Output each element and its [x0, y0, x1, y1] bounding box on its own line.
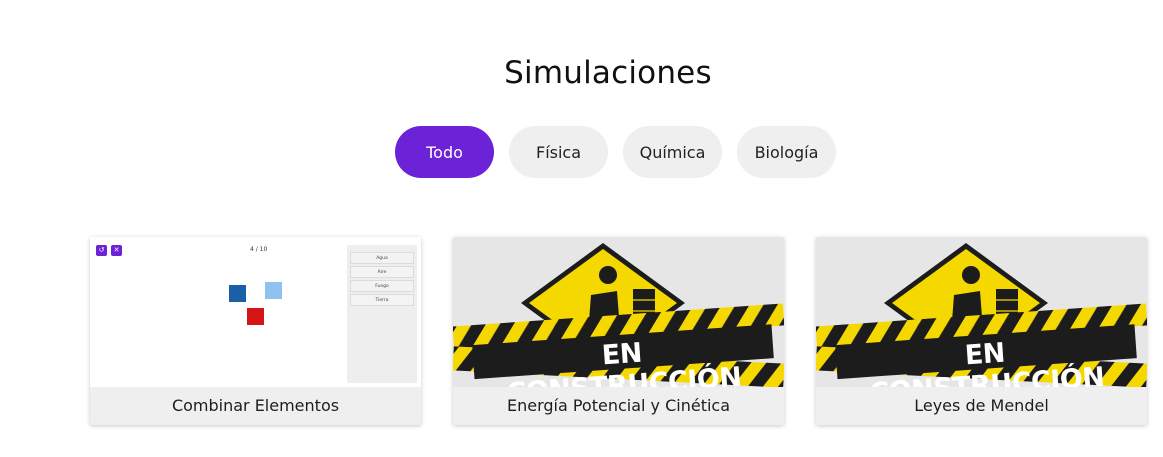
elements-panel: Agua Aire Fuego Tierra	[347, 245, 417, 383]
filter-todo[interactable]: Todo	[395, 126, 494, 178]
element-item: Aire	[350, 266, 414, 278]
card-title: Leyes de Mendel	[914, 396, 1049, 415]
simulation-card-combinar-elementos[interactable]: ↺ ✕ 4 / 10 Agua Aire Fuego Tierra Combin…	[90, 237, 421, 425]
filter-fisica[interactable]: Física	[509, 126, 608, 178]
card-title: Combinar Elementos	[171, 396, 340, 415]
simulation-preview-image: ↺ ✕ 4 / 10 Agua Aire Fuego Tierra	[90, 237, 421, 387]
under-construction-image: EN CONSTRUCCIÓN	[816, 237, 1147, 387]
page-title: Simulaciones	[504, 54, 712, 91]
element-item: Fuego	[350, 280, 414, 292]
trash-icon: ✕	[111, 245, 122, 256]
element-item: Tierra	[350, 294, 414, 306]
simulation-card-leyes-de-mendel[interactable]: EN CONSTRUCCIÓN Leyes de Mendel	[816, 237, 1147, 425]
element-block	[265, 282, 282, 299]
filter-quimica[interactable]: Química	[623, 126, 722, 178]
simulation-card-energia[interactable]: EN CONSTRUCCIÓN Energía Potencial y Ciné…	[453, 237, 784, 425]
element-item: Agua	[350, 252, 414, 264]
card-title: Energía Potencial y Cinética	[506, 396, 731, 415]
under-construction-image: EN CONSTRUCCIÓN	[453, 237, 784, 387]
element-block	[247, 308, 264, 325]
element-block	[229, 285, 246, 302]
filter-biologia[interactable]: Biología	[737, 126, 836, 178]
progress-counter: 4 / 10	[250, 246, 268, 253]
reset-icon: ↺	[96, 245, 107, 256]
category-filters: Todo Física Química Biología	[0, 126, 1163, 178]
